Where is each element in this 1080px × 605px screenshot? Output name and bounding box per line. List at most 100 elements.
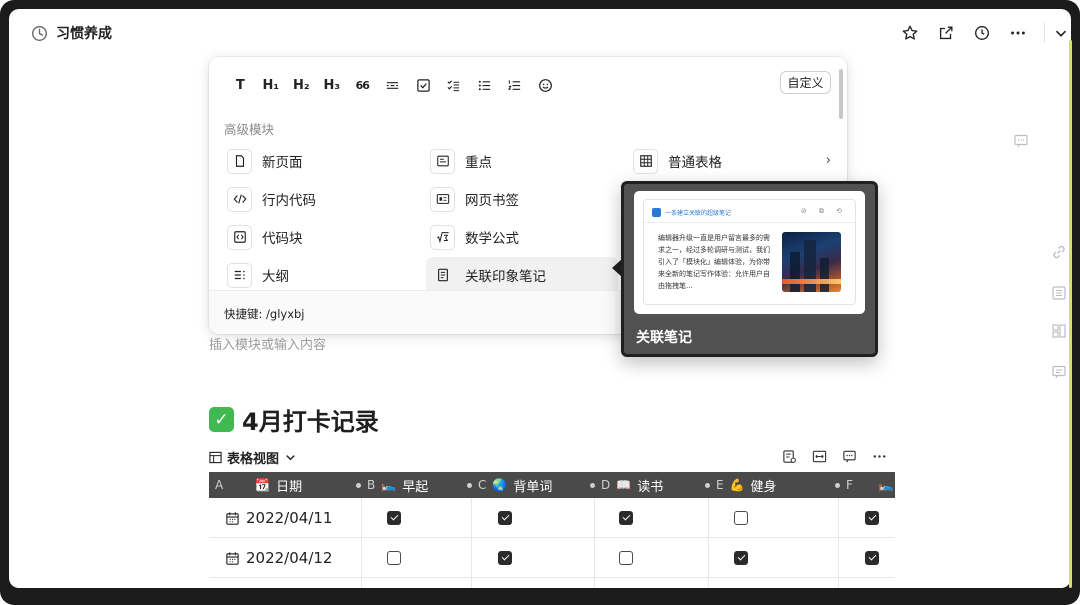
checkbox-cell[interactable] [362, 498, 472, 538]
checkbox-cell[interactable] [595, 538, 709, 578]
menu-item-linked-note[interactable]: 关联印象笔记 [426, 257, 618, 293]
more-icon[interactable] [1000, 21, 1036, 45]
menu-scrollbar[interactable] [839, 69, 843, 119]
emoji-icon [538, 78, 552, 92]
table-settings-icon[interactable] [779, 446, 799, 466]
checkbox-cell[interactable] [472, 578, 595, 588]
outline-list-icon[interactable] [1051, 285, 1067, 305]
linked-note-preview: 一条建立关联的超级笔记 ⊘ ⧉ ⟲ 编辑器升级一直是用户留言最多的需求之一，经过… [621, 181, 878, 357]
checkbox-cell[interactable] [472, 498, 595, 538]
table-row[interactable] [209, 578, 895, 588]
bullet-list-button[interactable] [469, 75, 500, 95]
checkbox-cell[interactable] [472, 538, 595, 578]
habit-checkbox[interactable] [387, 551, 401, 565]
table-view-icon [209, 451, 222, 464]
editor-placeholder[interactable]: 插入模块或输入内容 [209, 334, 326, 353]
table-comment-icon[interactable] [839, 446, 859, 466]
checkbox-cell[interactable] [839, 498, 895, 538]
star-icon[interactable] [892, 21, 928, 45]
document-title-text: 习惯养成 [56, 26, 112, 42]
text-format-button[interactable]: T [225, 75, 256, 95]
table-header: A 📆 日期 B 🛌 早起 C 🌏 背单词 D 📖 读书 E 💪 健身 F 🛌 [209, 472, 895, 498]
preview-tools-icon: ⊘ ⧉ ⟲ [800, 207, 847, 215]
app-window: 习惯养成 T H₁ H₂ H₃ 66 自定义 高级模块 新页面 行内代码 代码块… [9, 9, 1071, 588]
quote-button[interactable]: 66 [347, 75, 378, 95]
emoji-button[interactable] [530, 75, 561, 95]
comments-panel-icon[interactable] [1051, 364, 1067, 384]
column-header-d[interactable]: D 📖 读书 [590, 472, 663, 498]
menu-item-normal-table[interactable]: 普通表格 › [633, 143, 831, 179]
column-dot [590, 482, 595, 488]
date-cell[interactable]: 2022/04/11 [209, 498, 362, 538]
habit-checkbox[interactable] [619, 551, 633, 565]
habit-checkbox[interactable] [865, 551, 879, 565]
checkbox-cell[interactable] [362, 578, 472, 588]
section-heading[interactable]: ✓ 4月打卡记录 [209, 402, 379, 437]
column-header-a[interactable]: A 📆 日期 [215, 472, 302, 498]
table-row[interactable]: 2022/04/11 [209, 498, 895, 538]
date-cell[interactable]: 2022/04/12 [209, 538, 362, 578]
column-header-c[interactable]: C 🌏 背单词 [467, 472, 552, 498]
chevron-down-icon[interactable] [1051, 21, 1071, 45]
column-header-e[interactable]: E 💪 健身 [705, 472, 777, 498]
habit-checkbox[interactable] [498, 551, 512, 565]
highlight-icon [430, 148, 455, 174]
book-emoji-icon: 📖 [616, 478, 632, 492]
window-accent-edge [1069, 40, 1072, 588]
table-more-icon[interactable] [869, 446, 889, 466]
habit-checkbox[interactable] [619, 511, 633, 525]
checkbox-cell[interactable] [839, 538, 895, 578]
menu-item-new-page[interactable]: 新页面 [227, 143, 303, 179]
checkbox-cell[interactable] [595, 498, 709, 538]
checkbox-cell[interactable] [709, 578, 839, 588]
checkbox-button[interactable] [408, 75, 439, 95]
checkbox-icon [417, 78, 430, 92]
menu-item-label: 大纲 [262, 269, 289, 285]
habit-checkbox[interactable] [734, 551, 748, 565]
date-text: 2022/04/12 [246, 549, 333, 567]
menu-item-code-block[interactable]: 代码块 [227, 219, 303, 255]
check-mark-emoji-icon: ✓ [209, 407, 234, 432]
heading1-button[interactable]: H₁ [256, 75, 287, 95]
table-row[interactable]: 2022/04/12 [209, 538, 895, 578]
habit-checkbox[interactable] [865, 511, 879, 525]
menu-item-highlight[interactable]: 重点 [430, 143, 492, 179]
document-title[interactable]: 习惯养成 [31, 23, 112, 43]
table-view-switcher[interactable]: 表格视图 [209, 448, 297, 467]
checkbox-cell[interactable] [595, 578, 709, 588]
calendar-icon [226, 551, 239, 565]
menu-item-web-bookmark[interactable]: 网页书签 [430, 181, 519, 217]
comment-icon[interactable] [1013, 133, 1029, 153]
history-icon[interactable] [964, 21, 1000, 45]
linked-note-icon [430, 263, 455, 288]
column-header-b[interactable]: B 🛌 早起 [356, 472, 428, 498]
divider-icon [387, 81, 399, 89]
layout-columns-icon[interactable] [1051, 323, 1067, 343]
menu-item-label: 重点 [465, 155, 492, 171]
heading2-button[interactable]: H₂ [286, 75, 317, 95]
preview-note: 一条建立关联的超级笔记 ⊘ ⧉ ⟲ 编辑器升级一直是用户留言最多的需求之一，经过… [643, 199, 856, 305]
checkbox-cell[interactable] [709, 498, 839, 538]
checklist-button[interactable] [439, 75, 470, 95]
column-header-f[interactable]: F 🛌 [835, 472, 894, 498]
customize-button[interactable]: 自定义 [780, 71, 831, 94]
menu-item-inline-code[interactable]: 行内代码 [227, 181, 316, 217]
menu-item-outline[interactable]: 大纲 [227, 257, 289, 293]
fit-width-icon[interactable] [809, 446, 829, 466]
bullet-list-icon [478, 80, 490, 90]
checkbox-cell[interactable] [709, 538, 839, 578]
habit-checkbox[interactable] [498, 511, 512, 525]
heading3-button[interactable]: H₃ [317, 75, 348, 95]
chevron-down-icon [286, 455, 295, 461]
share-out-icon[interactable] [928, 21, 964, 45]
divider-button[interactable] [378, 75, 409, 95]
table-view-tools [779, 446, 889, 466]
habit-checkbox[interactable] [387, 511, 401, 525]
checkbox-cell[interactable] [362, 538, 472, 578]
date-cell[interactable] [209, 578, 362, 588]
habit-checkbox[interactable] [734, 511, 748, 525]
numbered-list-button[interactable] [500, 75, 531, 95]
link-icon[interactable] [1051, 244, 1067, 264]
format-toolbar: T H₁ H₂ H₃ 66 [225, 75, 561, 95]
menu-item-math-formula[interactable]: 数学公式 [430, 219, 519, 255]
